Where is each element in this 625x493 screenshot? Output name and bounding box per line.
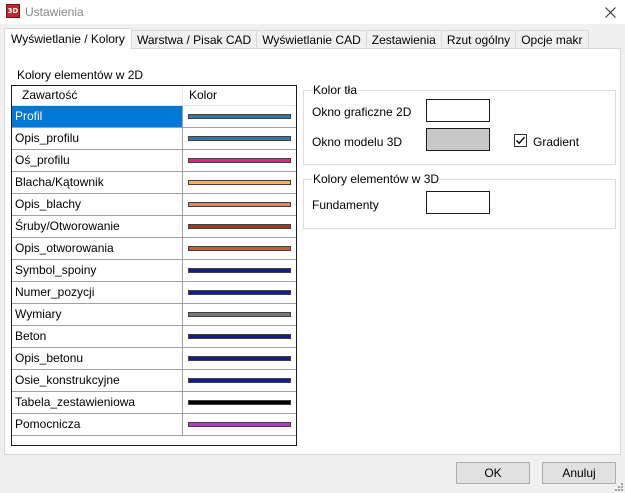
foundations-label: Fundamenty xyxy=(312,198,379,212)
model-3d-color-picker[interactable] xyxy=(426,128,490,151)
row-color-cell[interactable] xyxy=(183,172,296,193)
row-name: Opis_profilu xyxy=(12,128,183,149)
gradient-label: Gradient xyxy=(533,135,580,149)
cancel-button[interactable]: Anuluj xyxy=(542,462,616,484)
row-name: Osie_konstrukcyjne xyxy=(12,370,183,391)
foundations-color-picker[interactable] xyxy=(426,191,490,214)
tab-1[interactable]: Warstwa / Pisak CAD xyxy=(130,30,258,49)
table-row[interactable]: Opis_betonu xyxy=(12,348,296,370)
row-color-cell[interactable] xyxy=(183,326,296,347)
row-name: Opis_otworowania xyxy=(12,238,183,259)
row-name: Beton xyxy=(12,326,183,347)
table-row[interactable]: Tabela_zestawieniowa xyxy=(12,392,296,414)
tab-5[interactable]: Opcje makr xyxy=(515,30,589,49)
row-name: Blacha/Kątownik xyxy=(12,172,183,193)
row-color-cell[interactable] xyxy=(183,194,296,215)
table-row[interactable]: Oś_profilu xyxy=(12,150,296,172)
table-row[interactable]: Pomocnicza xyxy=(12,414,296,436)
color-swatch xyxy=(188,356,291,361)
row-name: Symbol_spoiny xyxy=(12,260,183,281)
row-color-cell[interactable] xyxy=(183,392,296,413)
row-color-cell[interactable] xyxy=(183,282,296,303)
table-body: Profil Opis_profilu Oś_profilu Blacha/Kątow… xyxy=(12,106,296,436)
color-swatch xyxy=(188,290,291,295)
row-name: Opis_blachy xyxy=(12,194,183,215)
row-name: Tabela_zestawieniowa xyxy=(12,392,183,413)
colors-3d-group: Kolory elementów w 3D Fundamenty xyxy=(303,172,616,229)
column-header-content[interactable]: Zawartość xyxy=(12,86,183,105)
table-row[interactable]: Profil xyxy=(12,106,296,128)
table-row[interactable]: Opis_profilu xyxy=(12,128,296,150)
row-name: Profil xyxy=(12,106,183,127)
close-button[interactable] xyxy=(595,0,625,24)
tab-panel-display-colors: Kolory elementów w 2D Zawartość Kolor Pr… xyxy=(4,48,621,455)
table-row[interactable]: Numer_pozycji xyxy=(12,282,296,304)
row-color-cell[interactable] xyxy=(183,238,296,259)
row-name: Numer_pozycji xyxy=(12,282,183,303)
gradient-checkbox[interactable] xyxy=(514,134,527,147)
graphics-2d-color-picker[interactable] xyxy=(426,99,490,122)
color-swatch xyxy=(188,136,291,141)
color-swatch xyxy=(188,422,291,427)
row-name: Wymiary xyxy=(12,304,183,325)
row-color-cell[interactable] xyxy=(183,260,296,281)
color-swatch xyxy=(188,158,291,163)
background-color-group: Kolor tła Okno graficzne 2D Okno modelu … xyxy=(303,83,616,165)
color-swatch xyxy=(188,246,291,251)
row-color-cell[interactable] xyxy=(183,150,296,171)
row-name: Pomocnicza xyxy=(12,414,183,435)
table-row[interactable]: Opis_blachy xyxy=(12,194,296,216)
color-swatch xyxy=(188,114,291,119)
row-color-cell[interactable] xyxy=(183,128,296,149)
table-row[interactable]: Śruby/Otworowanie xyxy=(12,216,296,238)
graphics-2d-label: Okno graficzne 2D xyxy=(312,105,412,119)
app-icon: 3D xyxy=(6,4,20,18)
row-color-cell[interactable] xyxy=(183,106,296,127)
row-name: Opis_betonu xyxy=(12,348,183,369)
color-swatch xyxy=(188,334,291,339)
row-color-cell[interactable] xyxy=(183,216,296,237)
table-header: Zawartość Kolor xyxy=(12,86,296,106)
table-row[interactable]: Osie_konstrukcyjne xyxy=(12,370,296,392)
color-swatch xyxy=(188,224,291,229)
table-row[interactable]: Opis_otworowania xyxy=(12,238,296,260)
color-swatch xyxy=(188,268,291,273)
row-name: Śruby/Otworowanie xyxy=(12,216,183,237)
tab-4[interactable]: Rzut ogólny xyxy=(440,30,517,49)
model-3d-label: Okno modelu 3D xyxy=(312,135,403,149)
close-icon xyxy=(604,6,616,18)
background-color-legend: Kolor tła xyxy=(312,83,359,97)
tab-0[interactable]: Wyświetlanie / Kolory xyxy=(4,28,132,49)
color-swatch xyxy=(188,180,291,185)
tab-3[interactable]: Zestawienia xyxy=(365,30,442,49)
table-row[interactable]: Wymiary xyxy=(12,304,296,326)
resize-grip-icon[interactable] xyxy=(613,481,623,491)
color-swatch xyxy=(188,312,291,317)
color-swatch xyxy=(188,400,291,405)
row-color-cell[interactable] xyxy=(183,414,296,435)
title-bar: 3D Ustawienia xyxy=(0,0,625,24)
checkmark-icon xyxy=(516,136,526,145)
column-header-color[interactable]: Kolor xyxy=(183,86,296,105)
table-row[interactable]: Beton xyxy=(12,326,296,348)
table-row[interactable]: Blacha/Kątownik xyxy=(12,172,296,194)
window-title: Ustawienia xyxy=(25,5,84,19)
colors-3d-legend: Kolory elementów w 3D xyxy=(312,172,441,186)
table-row[interactable]: Symbol_spoiny xyxy=(12,260,296,282)
row-name: Oś_profilu xyxy=(12,150,183,171)
row-color-cell[interactable] xyxy=(183,370,296,391)
tab-2[interactable]: Wyświetlanie CAD xyxy=(256,30,367,49)
ok-button[interactable]: OK xyxy=(456,462,530,484)
row-color-cell[interactable] xyxy=(183,348,296,369)
colors-2d-caption: Kolory elementów w 2D xyxy=(17,68,144,82)
tab-strip: Wyświetlanie / Kolory Warstwa / Pisak CAD… xyxy=(4,28,589,49)
row-color-cell[interactable] xyxy=(183,304,296,325)
color-swatch xyxy=(188,378,291,383)
color-swatch xyxy=(188,202,291,207)
colors-2d-table: Zawartość Kolor Profil Opis_profilu Oś_pro… xyxy=(11,85,297,446)
